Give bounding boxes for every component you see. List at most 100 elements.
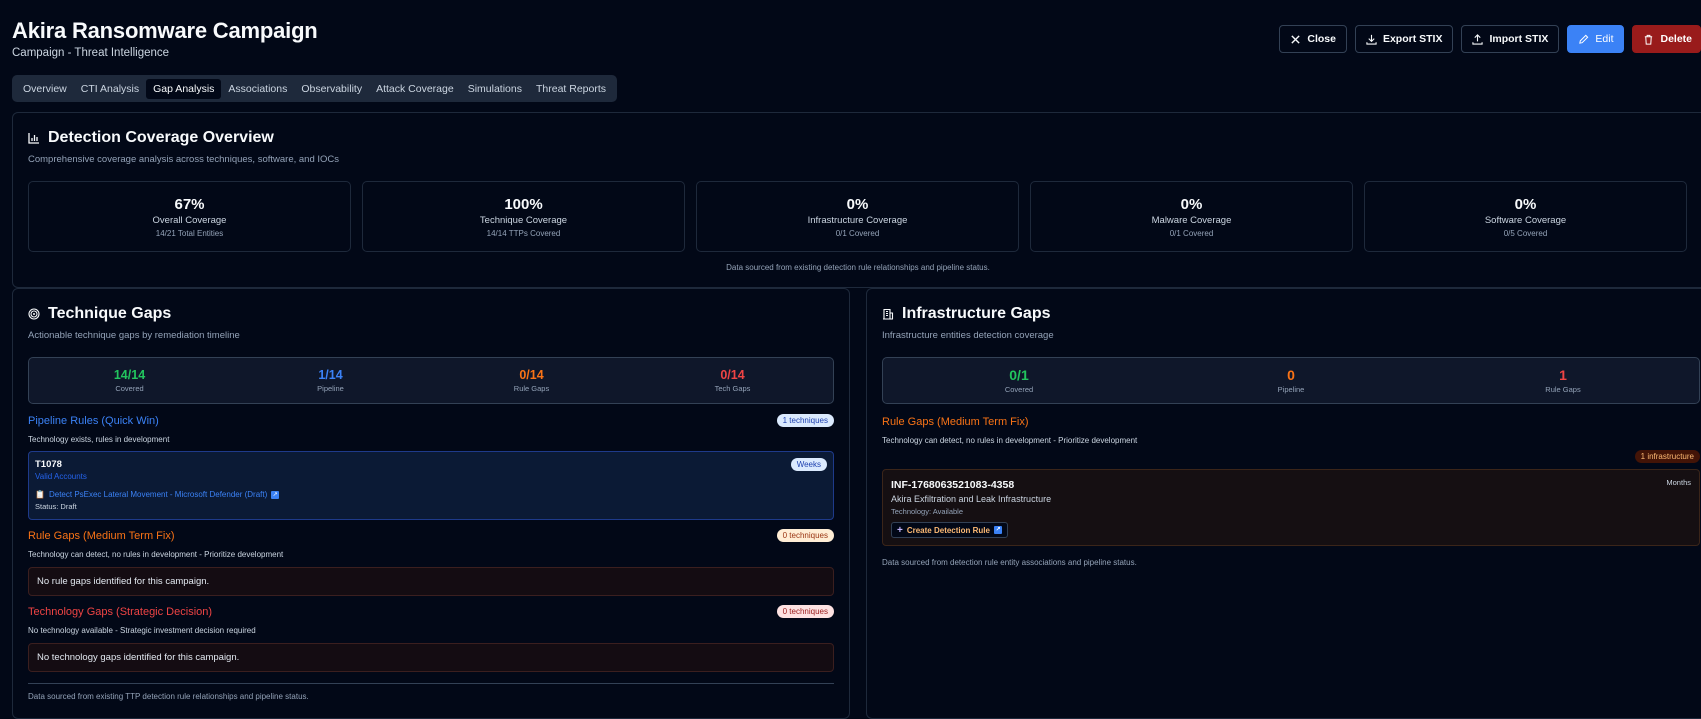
stat-malware-coverage: 0% Malware Coverage 0/1 Covered: [1030, 181, 1353, 252]
stat-covered: 0/1 Covered: [883, 367, 1155, 394]
technique-gap-stats: 14/14 Covered 1/14 Pipeline 0/14 Rule Ga…: [28, 357, 834, 404]
stat-sub: 14/14 TTPs Covered: [486, 228, 561, 238]
stat-value: 0%: [846, 195, 869, 213]
stat-label: Tech Gaps: [714, 384, 751, 393]
header-actions: Close Export STIX Import STIX Edit Delet…: [1279, 25, 1701, 53]
create-rule-label: Create Detection Rule: [906, 525, 990, 535]
tech-gaps-description: No technology available - Strategic inve…: [28, 626, 256, 635]
tab-cti-analysis[interactable]: CTI Analysis: [74, 79, 146, 99]
pipeline-technique-item[interactable]: T1078 Valid Accounts 📋 Detect PsExec Lat…: [28, 451, 834, 520]
infra-badge-row: 1 infrastructure: [882, 450, 1700, 463]
infrastructure-technology: Technology: Available: [891, 507, 963, 516]
tech-gaps-empty: No technology gaps identified for this c…: [28, 643, 834, 672]
rule-name: Detect PsExec Lateral Movement - Microso…: [48, 490, 268, 499]
stat-sub: 0/1 Covered: [835, 228, 880, 238]
rule-gaps-section-header: Rule Gaps (Medium Term Fix) 0 techniques: [28, 529, 834, 542]
tab-observability[interactable]: Observability: [294, 79, 369, 99]
stat-label: Infrastructure Coverage: [807, 214, 908, 226]
technique-gaps-description: Actionable technique gaps by remediation…: [28, 330, 240, 341]
target-icon: [28, 308, 40, 320]
tab-attack-coverage[interactable]: Attack Coverage: [369, 79, 461, 99]
overview-footnote: Data sourced from existing detection rul…: [726, 263, 990, 272]
download-icon: [1366, 34, 1377, 45]
stat-rule-gaps: 1 Rule Gaps: [1427, 367, 1699, 394]
bar-chart-icon: [28, 133, 39, 144]
infra-rule-gaps-description: Technology can detect, no rules in devel…: [882, 436, 1138, 445]
infrastructure-gaps-footnote: Data sourced from detection rule entity …: [882, 558, 1137, 567]
stat-value: 67%: [174, 195, 205, 213]
delete-label: Delete: [1660, 33, 1692, 45]
card-title: Technique Gaps: [28, 305, 834, 323]
card-title: Infrastructure Gaps: [882, 305, 1700, 323]
pipeline-rule-link[interactable]: 📋 Detect PsExec Lateral Movement - Micro…: [35, 490, 827, 499]
stat-value: 100%: [504, 195, 543, 213]
technique-gaps-card: Technique Gaps Actionable technique gaps…: [12, 288, 850, 719]
rule-gaps-title: Rule Gaps (Medium Term Fix): [28, 529, 175, 542]
stat-value: 0%: [1514, 195, 1537, 213]
stat-label: Pipeline: [1277, 385, 1305, 394]
rule-status: Status: Draft: [35, 502, 77, 511]
close-button[interactable]: Close: [1279, 25, 1347, 53]
overview-title: Detection Coverage Overview: [48, 129, 274, 146]
page-header: Akira Ransomware Campaign Campaign - Thr…: [12, 18, 318, 59]
divider: [28, 683, 834, 684]
infra-rule-gaps-badge: 1 infrastructure: [1634, 450, 1700, 463]
rule-gaps-empty: No rule gaps identified for this campaig…: [28, 567, 834, 596]
stat-software-coverage: 0% Software Coverage 0/5 Covered: [1364, 181, 1687, 252]
create-detection-rule-button[interactable]: + Create Detection Rule ↗: [891, 522, 1008, 538]
stat-technique-coverage: 100% Technique Coverage 14/14 TTPs Cover…: [362, 181, 685, 252]
plus-icon: +: [897, 524, 903, 536]
stat-label: Covered: [1004, 385, 1034, 394]
import-stix-button[interactable]: Import STIX: [1461, 25, 1560, 53]
stat-value: 0/1: [1009, 367, 1029, 383]
upload-icon: [1472, 33, 1484, 45]
stat-overall-coverage: 67% Overall Coverage 14/21 Total Entitie…: [28, 181, 351, 252]
import-label: Import STIX: [1489, 33, 1549, 45]
external-link-icon: ↗: [993, 526, 1002, 534]
pencil-icon: [1579, 34, 1589, 44]
card-title: Detection Coverage Overview: [28, 129, 1696, 147]
edit-button[interactable]: Edit: [1567, 25, 1625, 53]
stat-infrastructure-coverage: 0% Infrastructure Coverage 0/1 Covered: [696, 181, 1019, 252]
tab-overview[interactable]: Overview: [16, 79, 74, 99]
stat-value: 1/14: [318, 368, 343, 382]
export-stix-button[interactable]: Export STIX: [1354, 25, 1454, 53]
stat-value: 0: [1287, 367, 1295, 383]
tech-gaps-section-header: Technology Gaps (Strategic Decision) 0 t…: [28, 605, 834, 618]
technique-gaps-title: Technique Gaps: [48, 305, 172, 322]
stat-label: Covered: [115, 384, 144, 393]
rule-gaps-description: Technology can detect, no rules in devel…: [28, 550, 284, 559]
page-subtitle: Campaign - Threat Intelligence: [12, 47, 170, 59]
detection-coverage-card: Detection Coverage Overview Comprehensiv…: [12, 112, 1701, 288]
stat-label: Software Coverage: [1484, 214, 1567, 226]
external-link-icon: ↗: [271, 490, 280, 499]
edit-label: Edit: [1595, 33, 1614, 45]
timeline-label: Months: [1666, 478, 1691, 487]
tab-gap-analysis[interactable]: Gap Analysis: [146, 78, 222, 99]
delete-button[interactable]: Delete: [1632, 25, 1701, 53]
technique-gaps-footnote: Data sourced from existing TTP detection…: [28, 692, 309, 701]
technique-name[interactable]: Valid Accounts: [35, 472, 827, 481]
stat-label: Rule Gaps: [1545, 385, 1581, 394]
clipboard-icon: 📋: [35, 490, 45, 499]
infrastructure-gaps-title: Infrastructure Gaps: [902, 305, 1051, 322]
pipeline-badge: 1 techniques: [776, 414, 834, 427]
stat-rule-gaps: 0/14 Rule Gaps: [431, 368, 632, 393]
export-label: Export STIX: [1382, 33, 1443, 45]
stat-pipeline: 0 Pipeline: [1155, 367, 1427, 394]
stat-label: Malware Coverage: [1151, 214, 1232, 226]
trash-icon: [1645, 34, 1653, 45]
infrastructure-id: INF-1768063521083-4358: [891, 479, 1015, 491]
stat-sub: 14/21 Total Entities: [155, 228, 224, 238]
tab-associations[interactable]: Associations: [221, 79, 294, 99]
infrastructure-gap-stats: 0/1 Covered 0 Pipeline 1 Rule Gaps: [882, 357, 1700, 404]
stat-label: Technique Coverage: [479, 214, 568, 226]
page-title: Akira Ransomware Campaign: [12, 18, 318, 43]
stat-covered: 14/14 Covered: [29, 368, 230, 393]
infrastructure-name: Akira Exfiltration and Leak Infrastructu…: [891, 494, 1052, 504]
tab-simulations[interactable]: Simulations: [461, 79, 529, 99]
infrastructure-gaps-description: Infrastructure entities detection covera…: [882, 330, 1054, 341]
close-icon: [1291, 34, 1301, 44]
tab-threat-reports[interactable]: Threat Reports: [529, 79, 613, 99]
stat-pipeline: 1/14 Pipeline: [230, 368, 431, 393]
